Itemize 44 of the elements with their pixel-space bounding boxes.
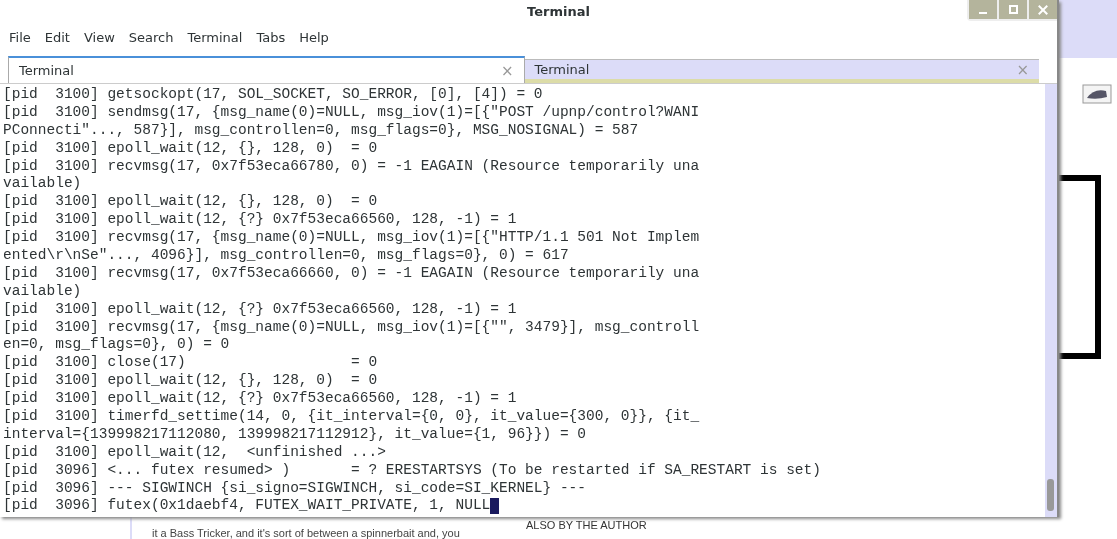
- menu-item[interactable]: View: [76, 28, 122, 47]
- scrollbar[interactable]: [1045, 84, 1057, 517]
- terminal-line: [pid 3096] futex(0x1daebf4, FUTEX_WAIT_PRIVATE, 1, NULL: [3, 497, 491, 516]
- terminal-line: interval={139998217112080, 139998217112912}, it_value={1, 96}}) = 0: [3, 425, 587, 444]
- tab[interactable]: Terminal ×: [524, 59, 1039, 83]
- terminal-line: [pid 3100] epoll_wait(12, {?} 0x7f53eca66560, 128, -1) = 1: [3, 300, 518, 319]
- terminal-line: PConnecti"..., 587}], msg_controllen=0, msg_flags=0}, MSG_NOSIGNAL) = 587: [3, 121, 640, 140]
- document-heading: ALSO BY THE AUTHOR: [526, 520, 647, 531]
- terminal-line: [pid 3100] recvmsg(17, 0x7f53eca66780, 0) = -1 EAGAIN (Resource temporarily una: [3, 157, 701, 176]
- menu-item[interactable]: Search: [121, 28, 181, 47]
- terminal-line: [pid 3100] close(17) = 0: [3, 354, 379, 373]
- terminal-line: [pid 3100] timerfd_settime(14, 0, {it_interval={0, 0}, it_value={300, 0}}, {it_: [3, 408, 701, 426]
- terminal-line: [pid 3100] epoll_wait(12, {?} 0x7f53eca66560, 128, -1) = 1: [3, 211, 518, 230]
- tab-label[interactable]: Terminal: [19, 63, 74, 78]
- terminal-line: vailable): [3, 175, 83, 194]
- terminal-line: [pid 3100] recvmsg(17, {msg_name(0)=NULL, msg_iov(1)=[{"HTTP/1.1 501 Not Implem: [3, 229, 701, 247]
- terminal-line: vailable): [3, 282, 83, 301]
- terminal-line: [pid 3100] epoll_wait(12, {}, 128, 0) = 0: [3, 193, 379, 212]
- close-button[interactable]: [1029, 0, 1057, 19]
- terminal-line: [pid 3100] recvmsg(17, {msg_name(0)=NULL, msg_iov(1)=[{"", 3479}], msg_controll: [3, 318, 701, 337]
- terminal-line: [pid 3100] epoll_wait(12, {}, 128, 0) = 0: [3, 139, 379, 158]
- terminal-line: [pid 3100] sendmsg(17, {msg_name(0)=NULL, msg_iov(1)=[{"POST /upnp/control?WANI: [3, 103, 701, 122]
- menu-item[interactable]: Terminal: [180, 28, 250, 47]
- terminal-line: [pid 3100] epoll_wait(12, {?} 0x7f53eca66560, 128, -1) = 1: [3, 390, 518, 409]
- terminal-line: [pid 3096] <... futex resumed> ) = ? ERESTARTSYS (To be restarted if SA_RESTART is set): [3, 461, 822, 480]
- terminal-line: [pid 3100] recvmsg(17, 0x7f53eca66660, 0) = -1 EAGAIN (Resource temporarily una: [3, 264, 701, 283]
- document-text: it a Bass Tricker, and it's sort of between a spinnerbait and, you: [152, 528, 460, 539]
- minimize-button[interactable]: [969, 0, 997, 19]
- menu-item[interactable]: File: [2, 28, 38, 47]
- menu-item[interactable]: Edit: [37, 28, 77, 47]
- terminal-line: [pid 3100] getsockopt(17, SOL_SOCKET, SO_ERROR, [0], [4]) = 0: [3, 86, 544, 104]
- terminal-line: [pid 3100] epoll_wait(12, {}, 128, 0) = 0: [3, 372, 379, 391]
- scrollbar-thumb[interactable]: [1047, 479, 1054, 511]
- maximize-button[interactable]: [999, 0, 1027, 19]
- terminal-line: ented\r\nSe"..., 4096}], msg_controllen=0, msg_flags=0}, 0) = 617: [3, 247, 570, 265]
- tab[interactable]: Terminal ×: [8, 56, 525, 83]
- terminal-line: [pid 3096] --- SIGWINCH {si_signo=SIGWINCH, si_code=SI_KERNEL} ---: [3, 479, 587, 498]
- thumbnail-icon: [1082, 84, 1112, 104]
- terminal-line: en=0, msg_flags=0}, 0) = 0: [3, 336, 231, 355]
- menu-item[interactable]: Help: [292, 28, 336, 47]
- window-title: Terminal: [527, 3, 590, 19]
- menu-item[interactable]: Tabs: [249, 28, 293, 47]
- tab-label[interactable]: Terminal: [534, 62, 590, 77]
- terminal-line: [pid 3100] epoll_wait(12, <unfinished ...>: [3, 443, 387, 462]
